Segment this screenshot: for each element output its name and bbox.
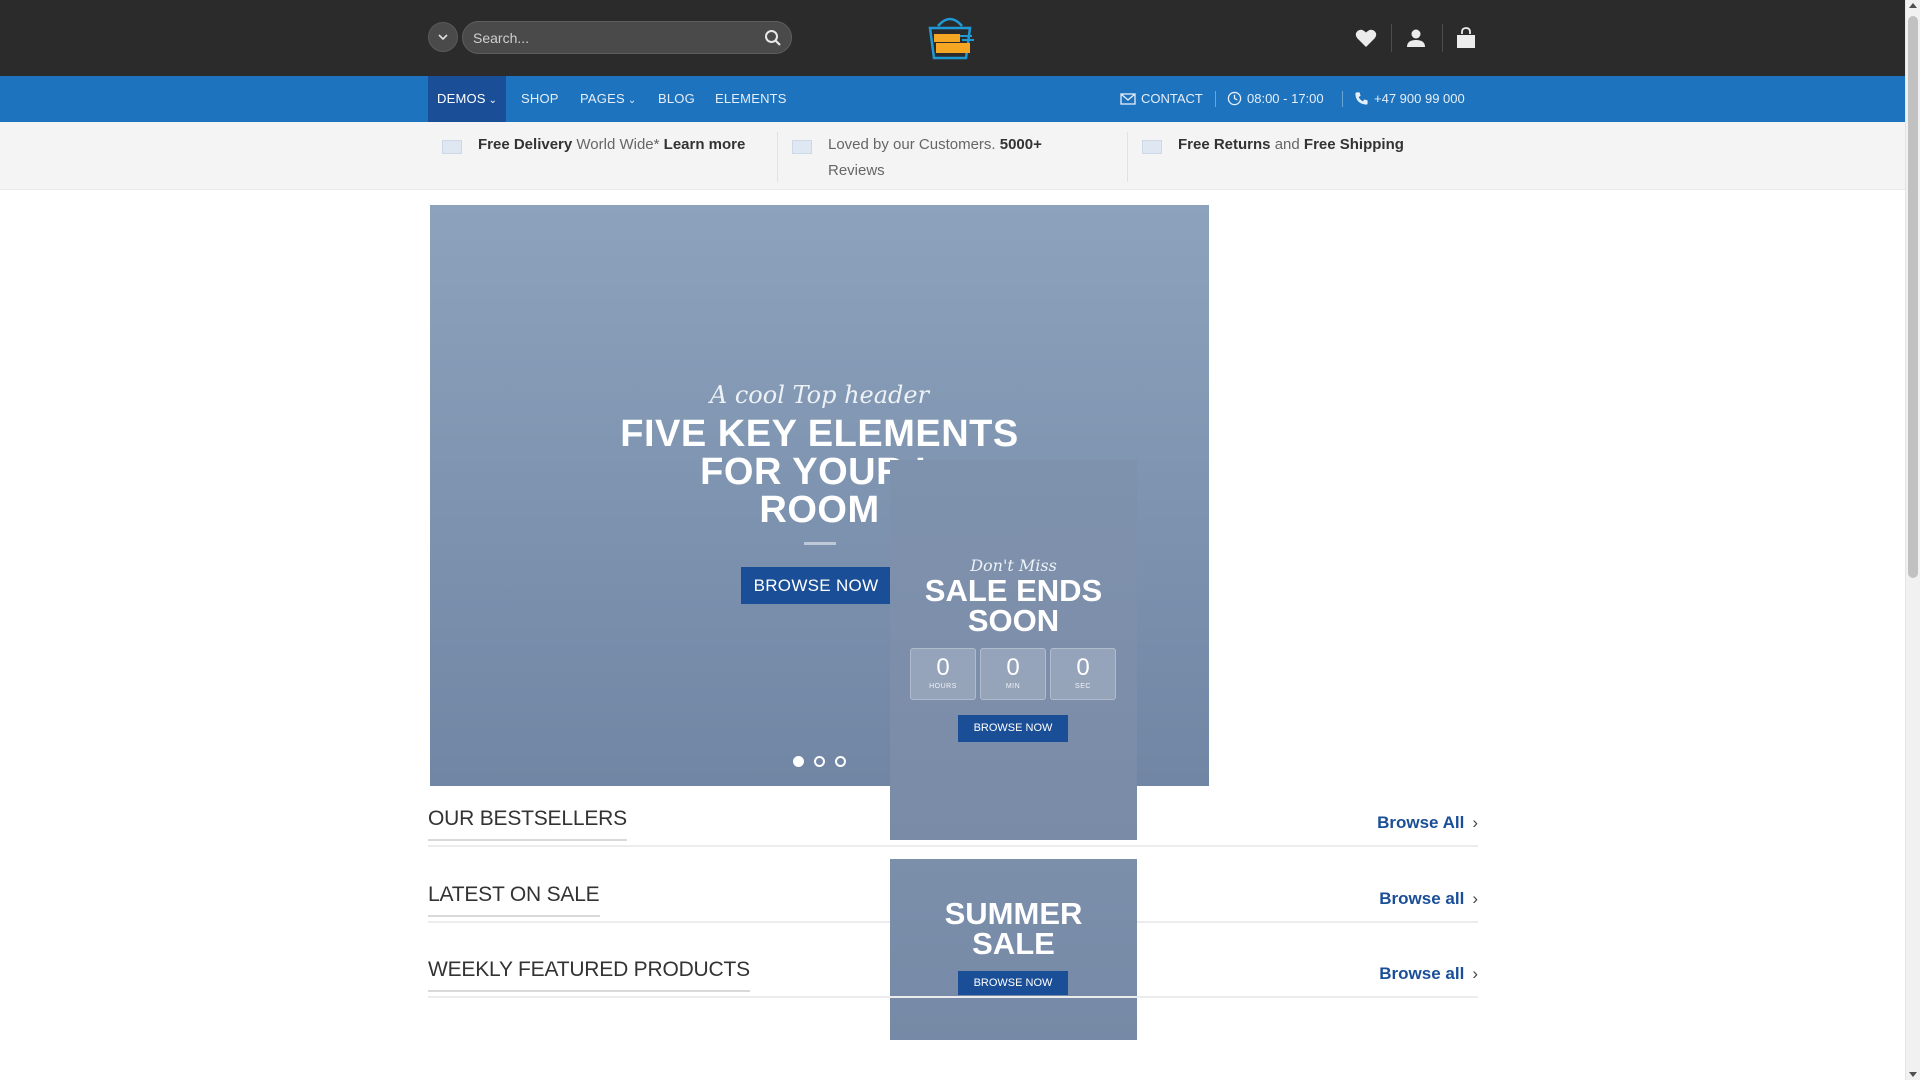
promo-title-line: SALE <box>972 926 1055 961</box>
countdown-hours: 0 HOURS <box>910 648 976 700</box>
hours-label: 08:00 - 17:00 <box>1247 91 1324 106</box>
nav-label: PAGES <box>580 91 625 106</box>
section-title: WEEKLY FEATURED PRODUCTS <box>428 958 750 992</box>
promo-title-line: SUMMER <box>944 896 1083 931</box>
nav-divider <box>1215 91 1216 107</box>
browse-all-link[interactable]: Browse all › <box>1379 889 1478 909</box>
learn-more-link[interactable]: Learn more <box>664 136 746 153</box>
benefit-bold: 5000+ <box>999 136 1042 153</box>
section-bestsellers: OUR BESTSELLERS Browse All › <box>428 807 1478 847</box>
phone-link[interactable]: +47 900 99 000 <box>1354 76 1465 122</box>
browse-link-label: Browse all <box>1379 964 1465 983</box>
phone-label: +47 900 99 000 <box>1374 91 1465 106</box>
search-input[interactable] <box>473 22 753 53</box>
countdown-sec: 0 SEC <box>1050 648 1116 700</box>
nav-label: ELEMENTS <box>715 91 787 106</box>
page-scrollbar[interactable] <box>1905 0 1920 1080</box>
browse-all-link[interactable]: Browse All › <box>1377 813 1478 833</box>
benefit-bold: Free Returns <box>1178 136 1271 153</box>
user-icon[interactable] <box>1404 26 1428 50</box>
phone-icon <box>1355 92 1368 105</box>
section-title: OUR BESTSELLERS <box>428 807 627 841</box>
section-weekly-featured: WEEKLY FEATURED PRODUCTS Browse all › <box>428 958 1478 998</box>
promo-sale-banner: Don't Miss SALE ENDS SOON 0 HOURS 0 MIN 0S… <box>890 460 1137 840</box>
benefits-bar: Free Delivery World Wide* Learn more Lov… <box>0 122 1905 190</box>
slider-dot[interactable] <box>793 756 804 767</box>
countdown-value: 0 <box>1006 654 1020 681</box>
benefit-bold: Free Shipping <box>1303 136 1404 153</box>
countdown-min: 0 MIN <box>980 648 1046 700</box>
scroll-down-icon[interactable] <box>1909 1072 1917 1077</box>
main-nav: DEMOS ⌄ SHOP PAGES ⌄ BLOG ELEMENTS CONTACT… <box>0 76 1905 122</box>
category-dropdown-button[interactable] <box>428 22 458 52</box>
nav-divider <box>1342 91 1343 107</box>
benefit-divider <box>777 132 778 182</box>
browse-link-label: Browse all <box>1379 889 1465 908</box>
countdown-value: 0 <box>1076 654 1090 681</box>
heart-icon[interactable] <box>1354 26 1378 50</box>
promo-browse-button[interactable]: BROWSE NOW <box>958 715 1068 742</box>
countdown-label: MIN <box>1005 683 1021 690</box>
slide-subtitle: A cool Top header <box>709 381 930 409</box>
countdown-value: 0 <box>936 654 950 681</box>
mail-icon <box>1120 93 1136 105</box>
promo-title-line: SOON <box>967 603 1060 638</box>
nav-label: SHOP <box>521 91 559 106</box>
section-title: LATEST ON SALE <box>428 883 600 917</box>
slider-dot[interactable] <box>814 756 825 767</box>
chevron-down-icon: ⌄ <box>627 95 637 106</box>
reviews-icon <box>792 140 812 154</box>
hours-info: 08:00 - 17:00 <box>1227 76 1324 122</box>
contact-link[interactable]: CONTACT <box>1120 76 1203 122</box>
slide-divider <box>804 542 836 545</box>
browse-link-label: Browse All <box>1377 813 1465 832</box>
page: DEMOS⌄ SHOP PAGES⌄ BLOG ELEMENTS CONTACT… <box>0 0 1905 1080</box>
header-divider <box>1391 24 1392 52</box>
benefit-reviews: Loved by our Customers. 5000+ Reviews <box>792 132 1078 184</box>
browse-all-link[interactable]: Browse all › <box>1379 964 1478 984</box>
promo-title: SUMMER SALE <box>890 896 1137 961</box>
promo-title-line: SALE ENDS <box>924 573 1103 608</box>
chevron-right-icon: › <box>1472 964 1478 983</box>
promo-title: SALE ENDS SOON <box>890 573 1137 638</box>
search-icon[interactable] <box>763 28 783 48</box>
benefit-divider <box>1127 132 1128 182</box>
returns-icon <box>1142 140 1162 154</box>
clock-icon <box>1227 91 1242 106</box>
scroll-up-icon[interactable] <box>1909 3 1917 8</box>
benefit-text: Reviews <box>828 162 885 179</box>
benefit-returns: Free Returns and Free Shipping <box>1142 132 1478 158</box>
nav-label: DEMOS <box>437 91 486 106</box>
cart-icon[interactable] <box>1454 26 1478 50</box>
delivery-icon <box>442 140 462 154</box>
benefit-text: Loved by our Customers. <box>828 136 1000 153</box>
benefit-text: World Wide* <box>572 136 664 153</box>
chevron-down-icon <box>438 34 448 41</box>
nav-item-elements[interactable]: ELEMENTS <box>715 76 787 122</box>
chevron-right-icon: › <box>1472 813 1478 832</box>
nav-item-blog[interactable]: BLOG <box>658 76 695 122</box>
nav-label: BLOG <box>658 91 695 106</box>
countdown-timer: 0 HOURS 0 MIN 0 SEC <box>910 648 1120 700</box>
nav-item-pages[interactable]: PAGES ⌄ <box>580 76 636 122</box>
countdown-label: SEC <box>1075 683 1091 690</box>
chevron-down-icon: ⌄ <box>488 95 498 106</box>
search-box <box>462 21 792 54</box>
header-divider <box>1442 24 1443 52</box>
benefit-bold: Free Delivery <box>478 136 573 153</box>
benefit-text: and <box>1270 136 1304 153</box>
slide-title-line: FIVE KEY ELEMENTS <box>620 413 1019 455</box>
countdown-label: HOURS <box>929 683 957 690</box>
slide-browse-button[interactable]: BROWSE NOW <box>741 567 891 604</box>
header-main <box>0 0 1905 76</box>
scrollbar-thumb[interactable] <box>1908 16 1918 578</box>
slider-dot[interactable] <box>835 756 846 767</box>
contact-label: CONTACT <box>1141 91 1203 106</box>
benefit-delivery: Free Delivery World Wide* Learn more <box>442 132 778 158</box>
nav-item-demos[interactable]: DEMOS ⌄ <box>428 76 507 122</box>
chevron-right-icon: › <box>1472 889 1478 908</box>
promo-summer-banner: SUMMER SALE BROWSE NOW <box>890 859 1137 1040</box>
logo-icon[interactable] <box>922 14 978 62</box>
nav-item-shop[interactable]: SHOP <box>521 76 559 122</box>
